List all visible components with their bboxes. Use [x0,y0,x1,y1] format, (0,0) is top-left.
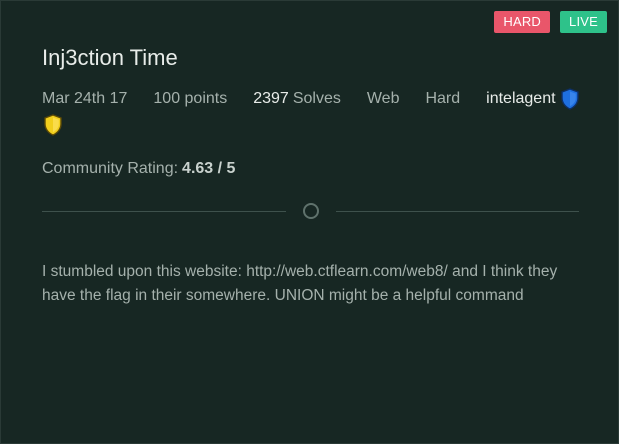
challenge-meta: Mar 24th 17 100 points 2397 Solves Web H… [42,88,587,110]
rating-value: 4.63 / 5 [182,160,236,177]
blue-shield-icon [560,88,579,110]
challenge-points: 100 points [153,90,228,107]
badge-group: HARD LIVE [494,11,607,33]
rating-label: Community Rating: [42,160,179,177]
solves-label: Solves [292,90,341,107]
status-badge: LIVE [560,11,607,33]
divider-circle-icon [303,203,319,219]
challenge-card: HARD LIVE Inj3ction Time Mar 24th 17 100… [0,0,619,444]
challenge-date: Mar 24th 17 [42,90,128,107]
challenge-description: I stumbled upon this website: http://web… [42,263,558,304]
difficulty-badge: HARD [494,11,551,33]
author-badge-row [43,114,63,141]
challenge-solves[interactable]: 2397 Solves [253,89,341,109]
author-info: intelagent [486,88,579,110]
author-link[interactable]: intelagent [486,89,555,109]
divider-left [42,211,286,212]
challenge-title: Inj3ction Time [42,45,178,70]
yellow-shield-icon [44,114,62,136]
solves-count: 2397 [253,90,289,107]
divider-right [336,211,579,212]
challenge-difficulty: Hard [425,90,461,107]
challenge-category: Web [366,90,400,107]
community-rating: Community Rating: 4.63 / 5 [42,160,235,178]
